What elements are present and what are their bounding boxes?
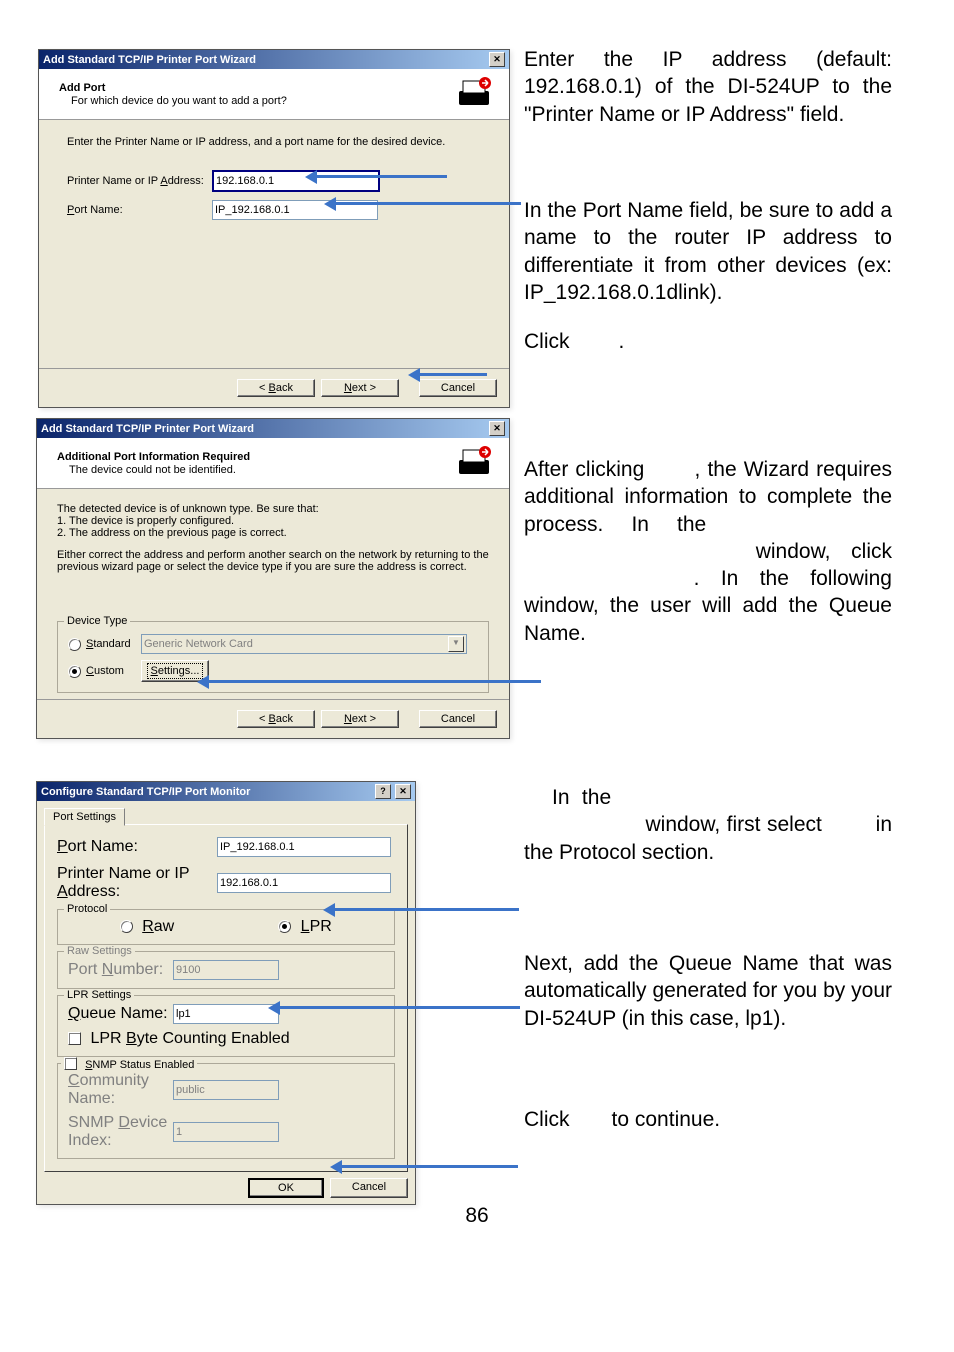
printer-name-input[interactable] [212, 170, 380, 192]
para1b: 2. The address on the previous page is c… [57, 527, 489, 539]
arrow-line [280, 1006, 520, 1009]
arrow-icon [197, 675, 209, 689]
dialog-title: Add Standard TCP/IP Printer Port Wizard [41, 423, 254, 435]
raw-radio[interactable] [120, 920, 133, 933]
wizard-heading: Additional Port Information Required [57, 451, 250, 463]
ok-button[interactable]: OK [248, 1178, 324, 1198]
arrow-icon [323, 903, 335, 917]
arrow-icon [268, 1001, 280, 1015]
instruction-p6: Next, add the Queue Name that was automa… [524, 950, 892, 1032]
protocol-legend: Protocol [64, 903, 110, 915]
instruction-text: Enter the Printer Name or IP address, an… [67, 136, 481, 148]
titlebar: Configure Standard TCP/IP Port Monitor ?… [37, 782, 415, 801]
arrow-line [335, 908, 519, 911]
standard-label: Standard [86, 638, 141, 650]
arrow-line [209, 680, 541, 683]
raw-port-number-label: Port Number: [68, 961, 173, 979]
snmp-legend: SNMP Status Enabled [61, 1057, 197, 1071]
cancel-button[interactable]: Cancel [419, 710, 497, 728]
queue-name-label: Queue Name: [68, 1005, 173, 1023]
arrow-line [420, 373, 487, 376]
page-number: 86 [0, 1204, 954, 1228]
instruction-p7: Click OK to continue. [524, 1106, 892, 1133]
queue-name-input[interactable] [173, 1004, 279, 1024]
close-icon[interactable]: ✕ [489, 421, 505, 436]
arrow-icon [324, 197, 336, 211]
raw-port-number-input [173, 960, 279, 980]
instruction-p2: In the Port Name field, be sure to add a… [524, 197, 892, 306]
printer-icon [455, 446, 493, 480]
chevron-down-icon: ▼ [448, 636, 464, 652]
standard-dropdown: Generic Network Card ▼ [141, 634, 467, 654]
next-button[interactable]: Next > [321, 710, 399, 728]
wizard-add-port-dialog: Add Standard TCP/IP Printer Port Wizard … [38, 49, 510, 408]
close-icon[interactable]: ✕ [489, 52, 505, 67]
device-type-legend: Device Type [64, 615, 130, 627]
printer-name-label: Printer Name or IP Address: [67, 175, 212, 187]
port-name-input[interactable] [217, 837, 391, 857]
lpr-label: LPR [301, 918, 332, 935]
snmp-checkbox[interactable] [64, 1057, 77, 1070]
printer-name-label: Printer Name or IP Address: [57, 865, 217, 901]
custom-label: Custom [86, 665, 141, 677]
arrow-icon [408, 368, 420, 382]
para1a: 1. The device is properly configured. [57, 515, 489, 527]
instruction-p4: After clicking Next, the Wizard requires… [524, 456, 892, 647]
community-label: Community Name: [68, 1072, 173, 1108]
lpr-settings-legend: LPR Settings [64, 989, 134, 1001]
para2: Either correct the address and perform a… [57, 549, 489, 573]
instruction-p5: In the Configure Standard TCP/IP Port Mo… [524, 784, 892, 866]
port-name-label: Port Name: [57, 838, 217, 856]
printer-icon [455, 77, 493, 111]
wizard-additional-info-dialog: Add Standard TCP/IP Printer Port Wizard … [36, 418, 510, 739]
dialog-title: Add Standard TCP/IP Printer Port Wizard [43, 54, 256, 66]
raw-label: Raw [142, 918, 174, 935]
arrow-line [336, 202, 521, 205]
cancel-button[interactable]: Cancel [330, 1178, 408, 1198]
titlebar: Add Standard TCP/IP Printer Port Wizard … [37, 419, 509, 438]
arrow-icon [305, 170, 317, 184]
lpr-radio[interactable] [278, 920, 291, 933]
port-name-label: Port Name: [67, 204, 212, 216]
tab-port-settings[interactable]: Port Settings [44, 808, 125, 826]
help-icon[interactable]: ? [375, 784, 391, 799]
arrow-line [317, 175, 447, 178]
port-monitor-dialog: Configure Standard TCP/IP Port Monitor ?… [36, 781, 416, 1205]
back-button[interactable]: < Back [237, 710, 315, 728]
instruction-p1: Enter the IP address (default: 192.168.0… [524, 46, 892, 128]
titlebar: Add Standard TCP/IP Printer Port Wizard … [39, 50, 509, 69]
para1: The detected device is of unknown type. … [57, 503, 489, 515]
wizard-heading: Add Port [59, 82, 287, 94]
standard-radio[interactable] [68, 638, 81, 651]
back-button[interactable]: < Back [237, 379, 315, 397]
dialog-title: Configure Standard TCP/IP Port Monitor [41, 786, 250, 798]
wizard-subheading: The device could not be identified. [69, 464, 250, 476]
lpr-byte-label: LPR Byte Counting Enabled [90, 1030, 289, 1047]
next-button[interactable]: Next > [321, 379, 399, 397]
lpr-byte-checkbox[interactable] [68, 1032, 81, 1045]
printer-address-input[interactable] [217, 873, 391, 893]
arrow-icon [330, 1160, 342, 1174]
wizard-subheading: For which device do you want to add a po… [71, 95, 287, 107]
device-index-label: SNMP Device Index: [68, 1114, 173, 1150]
close-icon[interactable]: ✕ [395, 784, 411, 799]
community-input [173, 1080, 279, 1100]
raw-settings-legend: Raw Settings [64, 945, 135, 957]
custom-radio[interactable] [68, 665, 81, 678]
arrow-line [342, 1165, 518, 1168]
device-index-input [173, 1122, 279, 1142]
instruction-p3: Click Next. [524, 328, 892, 355]
cancel-button[interactable]: Cancel [419, 379, 497, 397]
